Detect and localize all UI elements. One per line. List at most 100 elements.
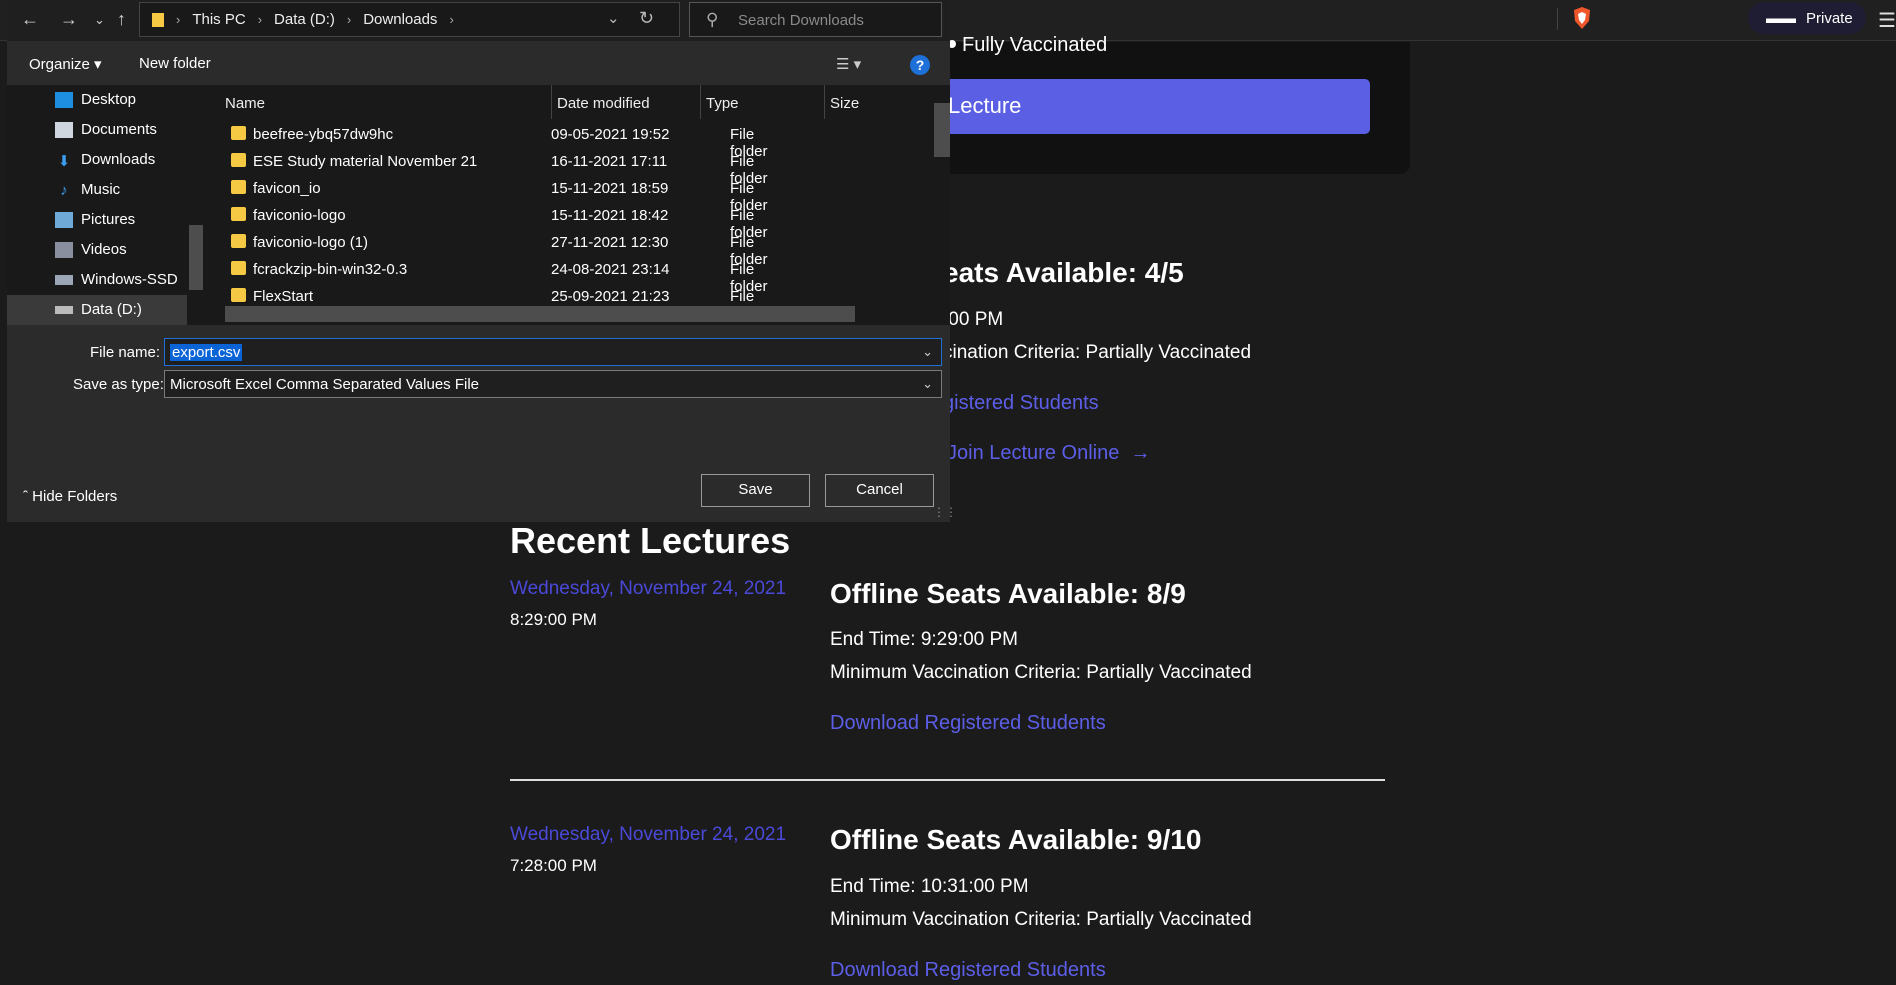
organize-label: Organize: [29, 56, 90, 73]
file-row[interactable]: ESE Study material November 21 16-11-2021…: [207, 150, 787, 187]
brave-shield-icon[interactable]: [1570, 6, 1594, 30]
private-window-badge[interactable]: ▬▬ Private: [1748, 2, 1866, 34]
folder-icon: [152, 12, 164, 27]
chevron-right-icon: ›: [449, 12, 454, 27]
lecture-seats: Offline Seats Available: 9/10: [830, 824, 1202, 855]
refresh-icon[interactable]: ↻: [639, 8, 654, 29]
upcoming-end-time: :00 PM: [943, 309, 1004, 330]
file-date: 15-11-2021 18:59: [551, 180, 669, 197]
file-name: beefree-ybq57dw9hc: [253, 126, 394, 143]
cancel-button[interactable]: Cancel: [825, 474, 934, 507]
recent-locations-icon[interactable]: ⌄: [94, 12, 105, 28]
tree-label: Documents: [81, 121, 157, 138]
chevron-down-icon[interactable]: ⌄: [607, 9, 620, 27]
tree-label: Pictures: [81, 211, 136, 228]
tree-label: Windows-SSD: [81, 271, 178, 288]
file-date: 25-09-2021 21:23: [551, 288, 670, 305]
file-date: 15-11-2021 18:42: [551, 207, 669, 224]
forward-arrow-icon[interactable]: →: [60, 9, 78, 30]
folder-icon: [231, 180, 246, 194]
lecture-button[interactable]: Lecture: [940, 79, 1370, 134]
tree-label: Downloads: [81, 151, 156, 168]
documents-icon: [55, 121, 73, 138]
file-row[interactable]: faviconio-logo 15-11-2021 18:42 File folde…: [207, 204, 787, 241]
file-row[interactable]: favicon_io 15-11-2021 18:59 File folder: [207, 177, 787, 214]
tree-item-desktop[interactable]: Desktop: [55, 91, 136, 108]
file-name: favicon_io: [253, 180, 321, 197]
file-row[interactable]: faviconio-logo (1) 27-11-2021 12:30 File f…: [207, 231, 787, 268]
lecture-time: 8:29:00 PM: [510, 610, 597, 629]
lecture-date: Wednesday, November 24, 2021: [510, 824, 787, 845]
breadcrumb-this-pc[interactable]: This PC: [192, 11, 245, 28]
tree-item-data-d[interactable]: Data (D:): [55, 301, 142, 318]
folder-icon: [231, 261, 246, 275]
scrollbar-thumb[interactable]: [934, 103, 950, 157]
column-name[interactable]: Name: [207, 85, 552, 119]
save-type-label: Save as type:: [73, 376, 164, 393]
scrollbar-thumb[interactable]: [189, 225, 203, 290]
breadcrumb[interactable]: › This PC › Data (D:) › Downloads ›: [139, 2, 680, 37]
up-arrow-icon[interactable]: ↑: [117, 9, 126, 30]
new-folder-button[interactable]: New folder: [139, 55, 211, 72]
download-students-link[interactable]: Download Registered Students: [830, 712, 1106, 735]
hide-folders-button[interactable]: ˆ Hide Folders: [23, 488, 117, 505]
tree-item-documents[interactable]: Documents: [55, 121, 157, 138]
chevron-down-icon: ⌄: [922, 376, 933, 391]
column-type[interactable]: Type: [701, 85, 825, 119]
vaccination-status: Fully Vaccinated: [962, 34, 1108, 56]
tree-item-downloads[interactable]: ⬇ Downloads: [55, 151, 156, 170]
incognito-icon: ▬▬: [1766, 9, 1796, 27]
folder-icon: [231, 207, 246, 221]
column-date-modified[interactable]: Date modified: [552, 85, 701, 119]
help-icon[interactable]: ?: [910, 55, 930, 75]
tree-item-music[interactable]: ♪ Music: [55, 181, 121, 199]
lecture-date: Wednesday, November 24, 2021: [510, 578, 787, 599]
file-name: faviconio-logo: [253, 207, 346, 224]
chevron-right-icon: ›: [176, 12, 181, 27]
tree-label: Videos: [81, 241, 127, 258]
file-name: fcrackzip-bin-win32-0.3: [253, 261, 408, 278]
search-placeholder: Search Downloads: [738, 12, 864, 29]
drive-icon: [55, 305, 73, 314]
tree-item-pictures[interactable]: Pictures: [55, 211, 135, 228]
view-options-icon[interactable]: ☰ ▾: [836, 55, 861, 73]
file-date: 24-08-2021 23:14: [551, 261, 670, 278]
lecture-end-time: End Time: 9:29:00 PM: [830, 629, 1018, 650]
file-row[interactable]: beefree-ybq57dw9hc 09-05-2021 19:52 File f…: [207, 123, 787, 160]
download-students-link[interactable]: Download Registered Students: [830, 959, 1106, 982]
file-name: ESE Study material November 21: [253, 153, 478, 170]
tree-label: Music: [81, 181, 121, 198]
private-label: Private: [1806, 9, 1853, 27]
file-name-field[interactable]: export.csv ⌄: [164, 338, 942, 366]
tree-item-windows-ssd[interactable]: Windows-SSD: [55, 271, 178, 288]
join-lecture-link[interactable]: Join Lecture Online →: [947, 442, 1150, 465]
folder-icon: [231, 126, 246, 140]
scrollbar-thumb[interactable]: [225, 306, 855, 322]
chevron-down-icon[interactable]: ⌄: [922, 344, 933, 360]
arrow-right-icon: →: [1124, 442, 1151, 464]
breadcrumb-data-d[interactable]: Data (D:): [274, 11, 335, 28]
address-bar: ← → ⌄ ↑ › This PC › Data (D:) › Download…: [7, 0, 950, 41]
column-size[interactable]: Size: [825, 85, 932, 119]
search-input[interactable]: ⚲ Search Downloads: [689, 2, 942, 37]
chevron-right-icon: ›: [346, 12, 352, 27]
navigation-pane: Desktop Documents ⬇ Downloads ♪ Music Pict…: [7, 85, 207, 325]
resize-grip-icon[interactable]: ⋮⋮: [933, 505, 957, 519]
organize-button[interactable]: Organize ▾: [29, 55, 102, 73]
save-type-select[interactable]: Microsoft Excel Comma Separated Values F…: [164, 370, 942, 398]
upcoming-download-link[interactable]: gistered Students: [943, 392, 1099, 415]
chevron-up-icon: ˆ: [23, 488, 28, 505]
save-button[interactable]: Save: [701, 474, 810, 507]
breadcrumb-downloads[interactable]: Downloads: [363, 11, 437, 28]
tree-item-videos[interactable]: Videos: [55, 241, 127, 258]
back-arrow-icon[interactable]: ←: [21, 9, 39, 30]
download-arrow-icon: ⬇: [57, 152, 71, 170]
file-date: 27-11-2021 12:30: [551, 234, 669, 251]
lecture-seats: Offline Seats Available: 8/9: [830, 578, 1186, 609]
drive-icon: [55, 274, 73, 285]
file-row[interactable]: fcrackzip-bin-win32-0.3 24-08-2021 23:14 F…: [207, 258, 787, 295]
hamburger-menu-icon[interactable]: ☰: [1878, 8, 1896, 33]
search-icon: ⚲: [706, 10, 719, 29]
lecture-criteria: Minimum Vaccination Criteria: Partially …: [830, 909, 1252, 930]
file-name: FlexStart: [253, 288, 314, 305]
